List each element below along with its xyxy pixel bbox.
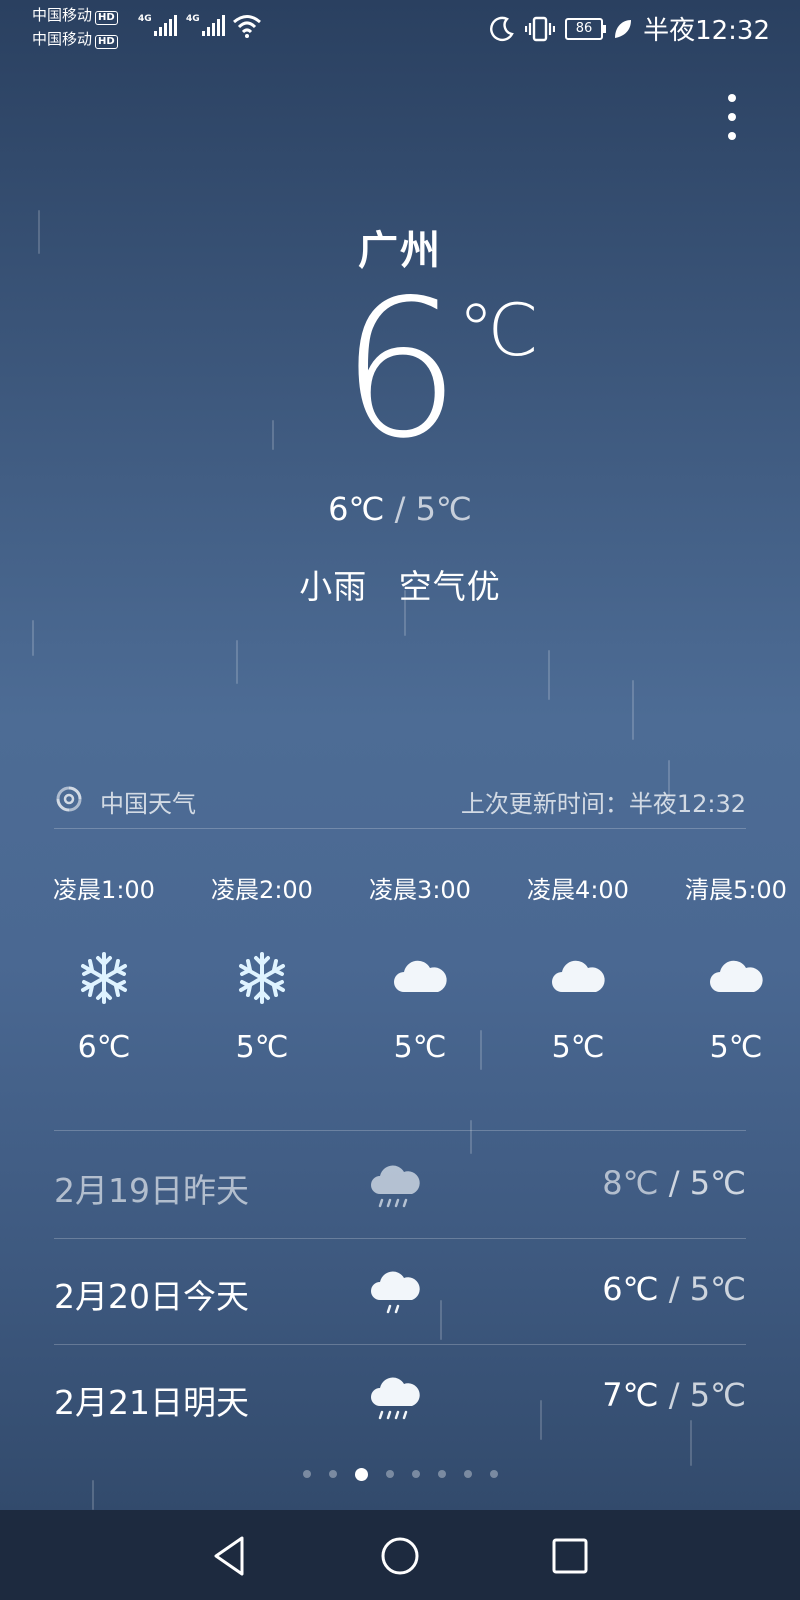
page-dot-active[interactable] xyxy=(354,1467,368,1481)
rain-cloud-icon xyxy=(371,1377,420,1420)
hourly-time: 凌晨4:00 xyxy=(527,876,629,904)
daily-date: 2月20日今天 xyxy=(54,1277,249,1316)
page-dot[interactable] xyxy=(463,1470,472,1478)
light-rain-cloud-icon xyxy=(371,1271,420,1314)
china-weather-logo-icon xyxy=(56,786,82,812)
hourly-temp: 6℃ xyxy=(77,1030,131,1065)
snowflake-icon xyxy=(239,952,285,1004)
today-low: 5℃ xyxy=(415,490,472,528)
air-quality-text[interactable]: 空气优 xyxy=(399,567,501,606)
hourly-temp: 5℃ xyxy=(551,1030,605,1065)
daily-low: 5℃ xyxy=(689,1270,746,1308)
current-temp-value: 6 xyxy=(340,259,461,480)
signal-2-icon xyxy=(202,14,225,36)
cloud-icon xyxy=(710,960,763,992)
cloud-icon xyxy=(552,960,605,992)
carrier-2-label: 中国移动 xyxy=(32,30,93,48)
daily-date: 2月21日明天 xyxy=(54,1383,249,1422)
rain-cloud-icon xyxy=(371,1165,420,1208)
hd-badge: HD xyxy=(95,11,118,25)
daily-low: 5℃ xyxy=(689,1164,746,1202)
hourly-temp: 5℃ xyxy=(235,1030,289,1065)
daily-temp-range: 6℃ / 5℃ xyxy=(602,1270,746,1308)
daily-temp-range: 8℃ / 5℃ xyxy=(602,1164,746,1202)
carrier-2: 中国移动 HD xyxy=(32,30,118,49)
city-page-indicator[interactable] xyxy=(0,1466,800,1482)
network-2-label: 4G xyxy=(186,14,200,24)
daily-row-today[interactable]: 2月20日今天 6℃ / 5℃ xyxy=(54,1240,746,1346)
more-menu-button[interactable] xyxy=(726,94,738,140)
page-dot[interactable] xyxy=(302,1470,311,1478)
daily-row-yesterday[interactable]: 2月19日昨天 8℃ / 5℃ xyxy=(54,1134,746,1240)
carrier-1: 中国移动 HD xyxy=(32,6,118,25)
cloud-icon xyxy=(394,960,447,992)
daily-high: 7℃ xyxy=(602,1376,659,1414)
carrier-1-label: 中国移动 xyxy=(32,6,93,24)
divider xyxy=(54,1130,746,1131)
daily-sep: / xyxy=(668,1376,680,1414)
daily-row-tomorrow[interactable]: 2月21日明天 7℃ / 5℃ xyxy=(54,1346,746,1452)
range-separator: / xyxy=(394,490,406,528)
daily-high: 8℃ xyxy=(602,1164,659,1202)
hourly-time: 凌晨3:00 xyxy=(369,876,471,904)
system-navigation-bar xyxy=(0,1510,800,1600)
moon-icon xyxy=(490,16,514,41)
recents-icon[interactable] xyxy=(546,1532,594,1580)
back-icon[interactable] xyxy=(206,1532,254,1580)
source-name: 中国天气 xyxy=(100,790,196,818)
snowflake-icon xyxy=(81,952,127,1004)
page-dot[interactable] xyxy=(437,1470,446,1478)
status-bar: 中国移动 HD 中国移动 HD 4G 4G 86 半夜12:32 xyxy=(0,0,800,52)
current-temperature: 6 ℃ xyxy=(0,270,800,470)
daily-sep: / xyxy=(668,1270,680,1308)
current-temp-unit: ℃ xyxy=(458,288,539,372)
signal-1-icon xyxy=(154,14,177,36)
condition-text: 小雨 xyxy=(299,567,368,606)
battery-icon: 86 xyxy=(565,17,607,40)
daily-high: 6℃ xyxy=(602,1270,659,1308)
daily-sep: / xyxy=(668,1164,680,1202)
data-source-row: 中国天气 上次更新时间：半夜12:32 xyxy=(54,778,746,822)
hourly-time: 凌晨1:00 xyxy=(53,876,155,904)
status-time: 半夜12:32 xyxy=(643,16,770,46)
wifi-icon xyxy=(233,15,261,38)
home-icon[interactable] xyxy=(376,1532,424,1580)
today-high: 6℃ xyxy=(328,490,385,528)
last-updated: 上次更新时间：半夜12:32 xyxy=(460,790,746,818)
hourly-temp: 5℃ xyxy=(393,1030,447,1065)
vibrate-icon xyxy=(525,16,556,41)
today-temp-range: 6℃ / 5℃ xyxy=(0,490,800,528)
page-dot[interactable] xyxy=(489,1470,498,1478)
divider xyxy=(54,1344,746,1345)
hd-badge-2: HD xyxy=(95,35,118,49)
divider xyxy=(54,1238,746,1239)
more-dot-icon xyxy=(728,132,736,140)
more-dot-icon xyxy=(728,94,736,102)
daily-date: 2月19日昨天 xyxy=(54,1171,249,1210)
hourly-time: 清晨5:00 xyxy=(685,876,787,904)
status-right-group: 86 半夜12:32 xyxy=(489,10,770,47)
page-dot[interactable] xyxy=(411,1470,420,1478)
divider xyxy=(54,828,746,829)
hourly-temp: 5℃ xyxy=(709,1030,763,1065)
hourly-time: 凌晨2:00 xyxy=(211,876,313,904)
network-1-label: 4G xyxy=(138,14,152,24)
daily-temp-range: 7℃ / 5℃ xyxy=(602,1376,746,1414)
daily-low: 5℃ xyxy=(689,1376,746,1414)
more-dot-icon xyxy=(728,113,736,121)
hourly-forecast[interactable]: 凌晨1:00 6℃ 凌晨2:00 5℃ 凌晨3:00 5℃ 凌晨4:00 5℃ … xyxy=(0,860,800,1110)
page-dot[interactable] xyxy=(385,1470,394,1478)
leaf-icon xyxy=(615,19,632,38)
page-dot[interactable] xyxy=(328,1470,337,1478)
condition-summary: 小雨 空气优 xyxy=(0,560,800,608)
